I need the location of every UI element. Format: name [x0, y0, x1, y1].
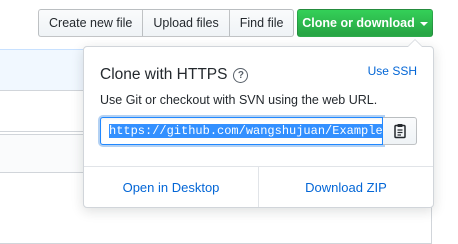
use-ssh-link[interactable]: Use SSH	[368, 64, 417, 78]
question-circle-icon[interactable]: ?	[233, 67, 249, 83]
clone-dropdown-title: Clone with HTTPS ?	[100, 66, 249, 84]
copy-url-button[interactable]	[383, 117, 417, 145]
clone-url-input[interactable]: https://github.com/wangshujuan/Example.g	[100, 117, 383, 145]
caret-down-icon	[419, 21, 428, 26]
open-in-desktop-button[interactable]: Open in Desktop	[84, 167, 258, 207]
clone-dropdown: Clone with HTTPS ? Use SSH Use Git or ch…	[83, 39, 434, 208]
clone-url-text: https://github.com/wangshujuan/Example.g	[109, 124, 382, 138]
clone-dropdown-actions: Open in Desktop Download ZIP	[84, 166, 433, 207]
upload-files-button[interactable]: Upload files	[143, 9, 230, 37]
create-new-file-button[interactable]: Create new file	[38, 9, 144, 37]
clipboard-icon	[393, 124, 406, 139]
clone-or-download-label: Clone or download	[302, 16, 415, 30]
clone-title-text: Clone with HTTPS	[100, 66, 228, 83]
clone-url-row: https://github.com/wangshujuan/Example.g	[100, 117, 417, 145]
file-actions-button-group: Create new file Upload files Find file	[38, 9, 295, 39]
find-file-button[interactable]: Find file	[229, 9, 295, 37]
clone-description: Use Git or checkout with SVN using the w…	[100, 93, 378, 107]
download-zip-button[interactable]: Download ZIP	[258, 167, 433, 207]
